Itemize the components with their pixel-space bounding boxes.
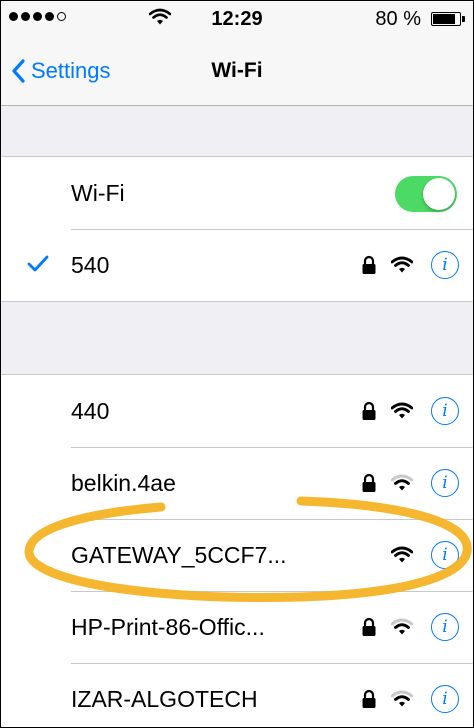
info-icon[interactable]: i <box>431 251 459 279</box>
network-name: GATEWAY_5CCF7... <box>71 542 287 568</box>
lock-icon <box>362 617 376 636</box>
info-icon[interactable]: i <box>431 613 459 641</box>
network-row[interactable]: GATEWAY_5CCF7... i <box>1 519 473 591</box>
info-icon[interactable]: i <box>431 541 459 569</box>
network-row[interactable]: belkin.4ae i <box>1 447 473 519</box>
navigation-bar: Settings Wi-Fi <box>1 37 473 106</box>
network-row[interactable]: HP-Print-86-Offic... i <box>1 591 473 663</box>
network-name: HP-Print-86-Offic... <box>71 614 265 640</box>
networks-group: 440 i belkin.4ae i GATEWAY_5CCF7... i HP… <box>1 374 473 727</box>
wifi-toggle-label: Wi-Fi <box>71 180 125 206</box>
lock-icon <box>362 255 376 274</box>
status-bar: 12:29 80 % <box>1 1 473 37</box>
lock-icon <box>362 689 376 708</box>
connected-network-name: 540 <box>71 252 110 278</box>
network-row[interactable]: 440 i <box>1 375 473 447</box>
battery-fill <box>433 14 456 24</box>
wifi-signal-icon <box>391 546 413 563</box>
wifi-signal-icon <box>391 256 413 273</box>
info-icon[interactable]: i <box>431 469 459 497</box>
screen: 12:29 80 % Settings Wi-Fi Wi-Fi 540 i 44… <box>0 0 474 728</box>
network-name: IZAR-ALGOTECH <box>71 686 258 712</box>
network-icons: i <box>361 229 459 301</box>
wifi-toggle[interactable] <box>395 176 457 212</box>
network-row[interactable]: IZAR-ALGOTECH i <box>1 663 473 727</box>
lock-icon <box>362 401 376 420</box>
info-icon[interactable]: i <box>431 397 459 425</box>
lock-icon <box>362 473 376 492</box>
wifi-toggle-row: Wi-Fi <box>1 157 473 229</box>
page-title: Wi-Fi <box>211 59 263 82</box>
network-icons: i <box>391 519 459 591</box>
network-icons: i <box>361 663 459 727</box>
connected-network-row[interactable]: 540 i <box>1 229 473 301</box>
wifi-signal-icon <box>391 474 413 491</box>
wifi-signal-icon <box>391 618 413 635</box>
checkmark-icon <box>27 255 49 272</box>
network-name: 440 <box>71 398 110 424</box>
toggle-knob <box>423 178 455 210</box>
wifi-group: Wi-Fi 540 i <box>1 156 473 302</box>
network-name: belkin.4ae <box>71 470 176 496</box>
info-icon[interactable]: i <box>431 685 459 713</box>
battery-nub <box>462 16 465 22</box>
wifi-signal-icon <box>391 402 413 419</box>
network-icons: i <box>361 375 459 447</box>
wifi-signal-icon <box>391 690 413 707</box>
battery-percent: 80 % <box>375 8 421 30</box>
battery-icon <box>431 12 465 26</box>
network-icons: i <box>361 447 459 519</box>
network-icons: i <box>361 591 459 663</box>
